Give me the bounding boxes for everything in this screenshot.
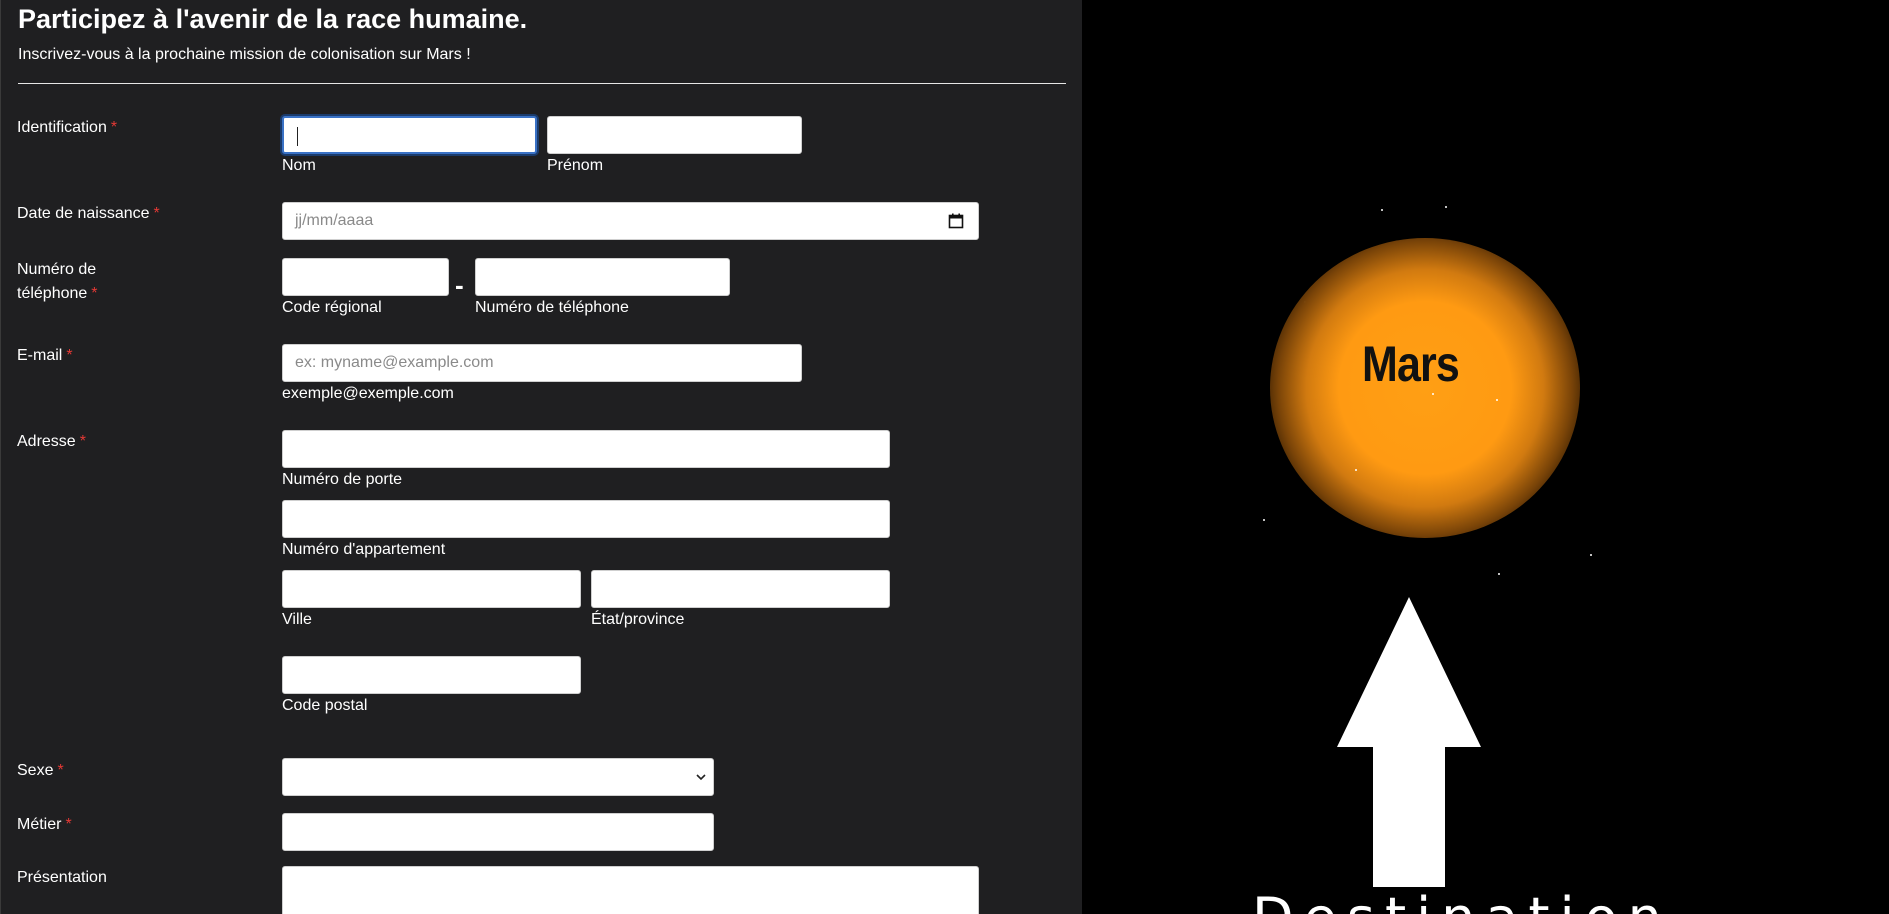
star — [1445, 206, 1447, 208]
email-label-text: E-mail — [17, 347, 63, 364]
job-label-text: Métier — [17, 816, 62, 833]
job-input[interactable] — [282, 813, 714, 851]
page-subtitle: Inscrivez-vous à la prochaine mission de… — [18, 46, 471, 63]
nom-input[interactable] — [282, 116, 537, 154]
star — [1432, 393, 1434, 395]
birthdate-label-text: Date de naissance — [17, 205, 150, 222]
phone-label-line1: Numéro de — [17, 261, 97, 278]
destination-text: Destination — [1252, 886, 1672, 914]
page-title: Participez à l'avenir de la race humaine… — [18, 4, 528, 34]
email-sublabel: exemple@exemple.com — [282, 385, 454, 402]
star — [1590, 554, 1592, 556]
phone-number-input[interactable] — [475, 258, 730, 296]
job-label: Métier * — [17, 813, 72, 837]
presentation-label: Présentation — [17, 869, 107, 886]
star — [1355, 469, 1357, 471]
address-state-sublabel: État/province — [591, 611, 685, 628]
star — [1498, 573, 1500, 575]
title-divider — [18, 83, 1066, 84]
registration-form-panel: Participez à l'avenir de la race humaine… — [0, 0, 1082, 914]
address-label: Adresse * — [17, 430, 86, 454]
identification-label-text: Identification — [17, 119, 107, 136]
email-input[interactable]: ex: myname@example.com — [282, 344, 802, 382]
required-marker: * — [110, 119, 118, 136]
address-state-input[interactable] — [591, 570, 890, 608]
birthdate-label: Date de naissance * — [17, 202, 160, 226]
email-label: E-mail * — [17, 344, 73, 368]
planet-label: Mars — [1362, 336, 1460, 392]
star — [1496, 399, 1498, 401]
required-marker: * — [66, 347, 73, 364]
text-caret — [297, 127, 298, 146]
sex-label: Sexe * — [17, 759, 64, 783]
sex-label-text: Sexe — [17, 762, 54, 779]
prenom-input[interactable] — [547, 116, 802, 154]
required-marker: * — [79, 433, 86, 450]
identification-label: Identification * — [17, 116, 117, 140]
sex-select[interactable] — [282, 758, 714, 796]
address-apartment-input[interactable] — [282, 500, 890, 538]
birthdate-placeholder: jj/mm/aaaa — [295, 212, 374, 229]
prenom-sublabel: Prénom — [547, 157, 604, 174]
phone-dash: - — [455, 270, 464, 300]
nom-sublabel: Nom — [282, 157, 316, 174]
up-arrow-icon — [1337, 597, 1481, 887]
phone-label-line2: téléphone — [17, 285, 88, 302]
required-marker: * — [57, 762, 64, 779]
required-marker: * — [91, 285, 98, 302]
star — [1263, 519, 1265, 521]
phone-area-code-sublabel: Code régional — [282, 299, 382, 316]
presentation-textarea[interactable] — [282, 866, 979, 914]
required-marker: * — [153, 205, 160, 222]
star — [1381, 209, 1383, 211]
address-door-input[interactable] — [282, 430, 890, 468]
phone-area-code-input[interactable] — [282, 258, 449, 296]
chevron-down-icon — [696, 774, 706, 781]
address-apartment-sublabel: Numéro d'appartement — [282, 541, 446, 558]
address-door-sublabel: Numéro de porte — [282, 471, 403, 488]
email-placeholder: ex: myname@example.com — [295, 354, 494, 371]
address-postal-input[interactable] — [282, 656, 581, 694]
mars-illustration-panel: Mars Destination — [1082, 0, 1889, 914]
address-city-sublabel: Ville — [282, 611, 312, 628]
phone-label: Numéro de téléphone * — [17, 258, 98, 306]
required-marker: * — [65, 816, 72, 833]
address-postal-sublabel: Code postal — [282, 697, 368, 714]
calendar-icon[interactable] — [948, 213, 964, 229]
phone-number-sublabel: Numéro de téléphone — [475, 299, 629, 316]
address-label-text: Adresse — [17, 433, 76, 450]
address-city-input[interactable] — [282, 570, 581, 608]
birthdate-input[interactable]: jj/mm/aaaa — [282, 202, 979, 240]
